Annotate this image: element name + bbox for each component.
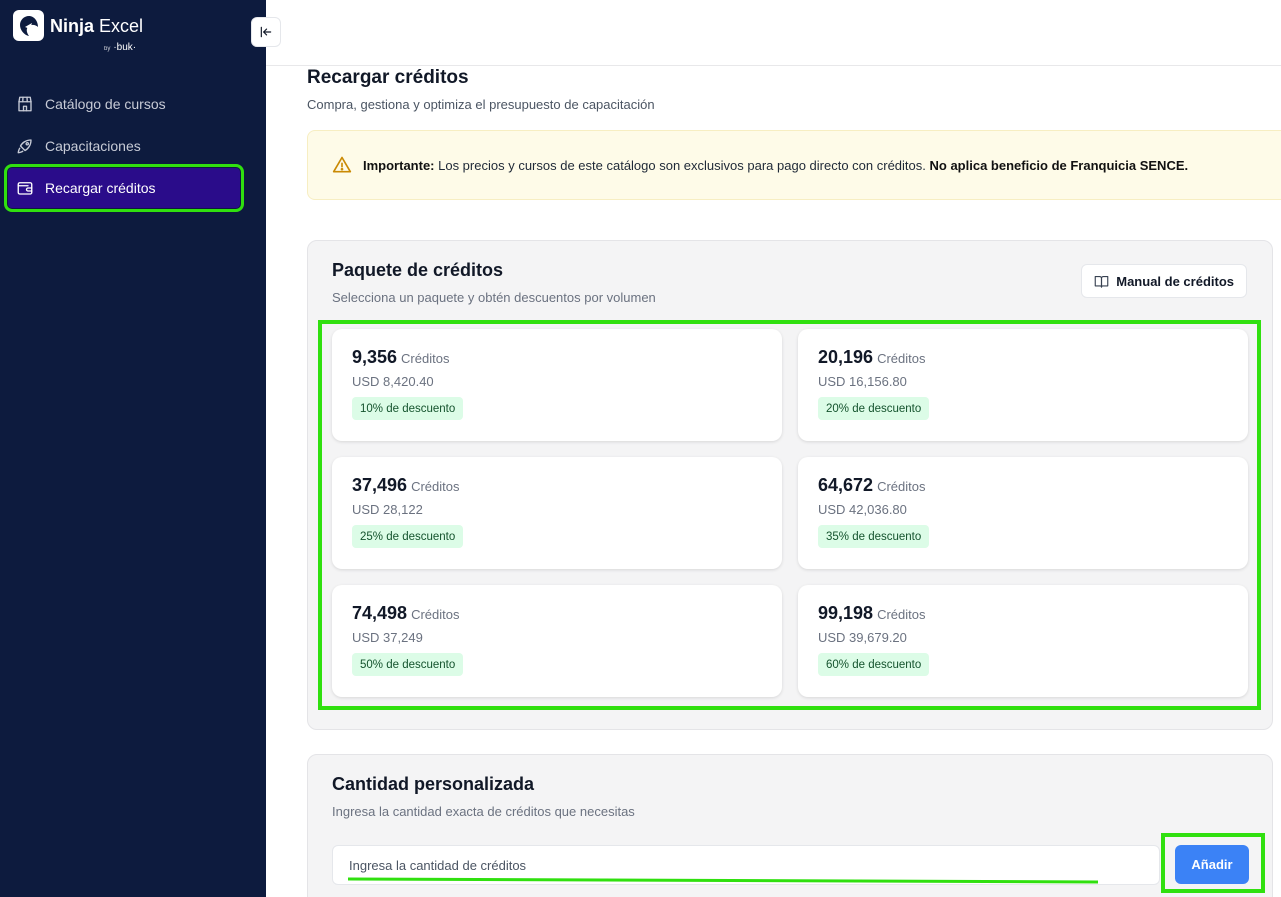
package-credits: 20,196 — [818, 347, 874, 367]
wallet-icon — [16, 179, 34, 197]
app-name: Ninja Excel — [50, 15, 143, 37]
notice-body: Los precios y cursos de este catálogo so… — [434, 157, 930, 173]
ninja-logo-icon — [13, 10, 44, 41]
discount-badge: 60% de descuento — [818, 653, 930, 676]
package-card[interactable]: 37,496 Créditos USD 28,122 25% de descuen… — [332, 457, 782, 569]
sidebar-item-catalogo[interactable]: Catálogo de cursos — [8, 83, 240, 125]
app-logo[interactable]: Ninja Excel — [13, 10, 143, 41]
package-credits: 37,496 — [352, 475, 408, 495]
sidebar: Ninja Excel by ·buk· Catálogo de cursos C… — [0, 0, 266, 897]
package-credits: 99,198 — [818, 603, 874, 623]
package-credits: 74,498 — [352, 603, 408, 623]
package-unit: Créditos — [877, 479, 926, 494]
packages-subtitle: Selecciona un paquete y obtén descuentos… — [332, 290, 656, 305]
notice-text: Importante: Los precios y cursos de este… — [363, 158, 1188, 173]
brand-tagline: by ·buk· — [104, 42, 136, 53]
package-unit: Créditos — [401, 351, 450, 366]
package-unit: Créditos — [411, 607, 460, 622]
page-title: Recargar créditos — [307, 67, 469, 88]
page-subtitle: Compra, gestiona y optimiza el presupues… — [307, 97, 655, 112]
top-bar — [266, 0, 1281, 66]
discount-badge: 20% de descuento — [818, 397, 930, 420]
package-amount: 9,356 Créditos — [352, 347, 449, 368]
important-notice: Importante: Los precios y cursos de este… — [307, 130, 1281, 200]
app-name-rest: Excel — [99, 16, 144, 36]
warning-icon — [332, 154, 354, 176]
app-name-bold: Ninja — [50, 16, 95, 36]
discount-badge: 35% de descuento — [818, 525, 930, 548]
notice-lead: Importante: — [363, 157, 435, 173]
custom-amount-subtitle: Ingresa la cantidad exacta de créditos q… — [332, 804, 635, 819]
credits-manual-button[interactable]: Manual de créditos — [1081, 264, 1247, 298]
package-card[interactable]: 9,356 Créditos USD 8,420.40 10% de descue… — [332, 329, 782, 441]
discount-badge: 10% de descuento — [352, 397, 464, 420]
collapse-sidebar-button[interactable] — [251, 17, 281, 47]
sidebar-item-capacitaciones[interactable]: Capacitaciones — [8, 125, 240, 167]
add-credits-button[interactable]: Añadir — [1175, 845, 1249, 884]
package-price: USD 16,156.80 — [818, 374, 907, 389]
sidebar-item-recargar-creditos[interactable]: Recargar créditos — [4, 164, 244, 212]
package-price: USD 8,420.40 — [352, 374, 434, 389]
notice-emphasis: No aplica beneficio de Franquicia SENCE. — [929, 157, 1189, 173]
package-amount: 64,672 Créditos — [818, 475, 925, 496]
package-unit: Créditos — [877, 607, 926, 622]
discount-badge: 25% de descuento — [352, 525, 464, 548]
package-unit: Créditos — [877, 351, 926, 366]
package-amount: 74,498 Créditos — [352, 603, 459, 624]
sidebar-item-label: Recargar créditos — [45, 180, 156, 196]
package-amount: 37,496 Créditos — [352, 475, 459, 496]
package-unit: Créditos — [411, 479, 460, 494]
package-grid: 9,356 Créditos USD 8,420.40 10% de descue… — [318, 320, 1261, 710]
brand-by: by — [104, 46, 111, 52]
package-card[interactable]: 74,498 Créditos USD 37,249 50% de descuen… — [332, 585, 782, 697]
packages-title: Paquete de créditos — [332, 260, 504, 280]
highlight-underline — [348, 877, 1098, 884]
sidebar-item-label: Catálogo de cursos — [45, 96, 166, 112]
brand-name: ·buk· — [113, 42, 137, 53]
custom-amount-title: Cantidad personalizada — [332, 774, 535, 794]
package-credits: 9,356 — [352, 347, 398, 367]
package-price: USD 28,122 — [352, 502, 423, 517]
sidebar-item-label: Capacitaciones — [45, 138, 141, 154]
package-card[interactable]: 64,672 Créditos USD 42,036.80 35% de desc… — [798, 457, 1248, 569]
discount-badge: 50% de descuento — [352, 653, 464, 676]
package-price: USD 42,036.80 — [818, 502, 907, 517]
package-price: USD 37,249 — [352, 630, 423, 645]
package-card[interactable]: 99,198 Créditos USD 39,679.20 60% de desc… — [798, 585, 1248, 697]
package-price: USD 39,679.20 — [818, 630, 907, 645]
package-credits: 64,672 — [818, 475, 874, 495]
book-open-icon — [1094, 274, 1109, 289]
rocket-icon — [16, 137, 34, 155]
sidebar-nav: Catálogo de cursos Capacitaciones Recarg… — [4, 83, 244, 212]
collapse-sidebar-icon — [260, 26, 272, 38]
store-icon — [16, 95, 34, 113]
package-card[interactable]: 20,196 Créditos USD 16,156.80 20% de desc… — [798, 329, 1248, 441]
credits-manual-label: Manual de créditos — [1116, 273, 1234, 289]
package-amount: 99,198 Créditos — [818, 603, 925, 624]
package-amount: 20,196 Créditos — [818, 347, 925, 368]
credit-packages-panel: Paquete de créditos Selecciona un paquet… — [307, 240, 1273, 730]
